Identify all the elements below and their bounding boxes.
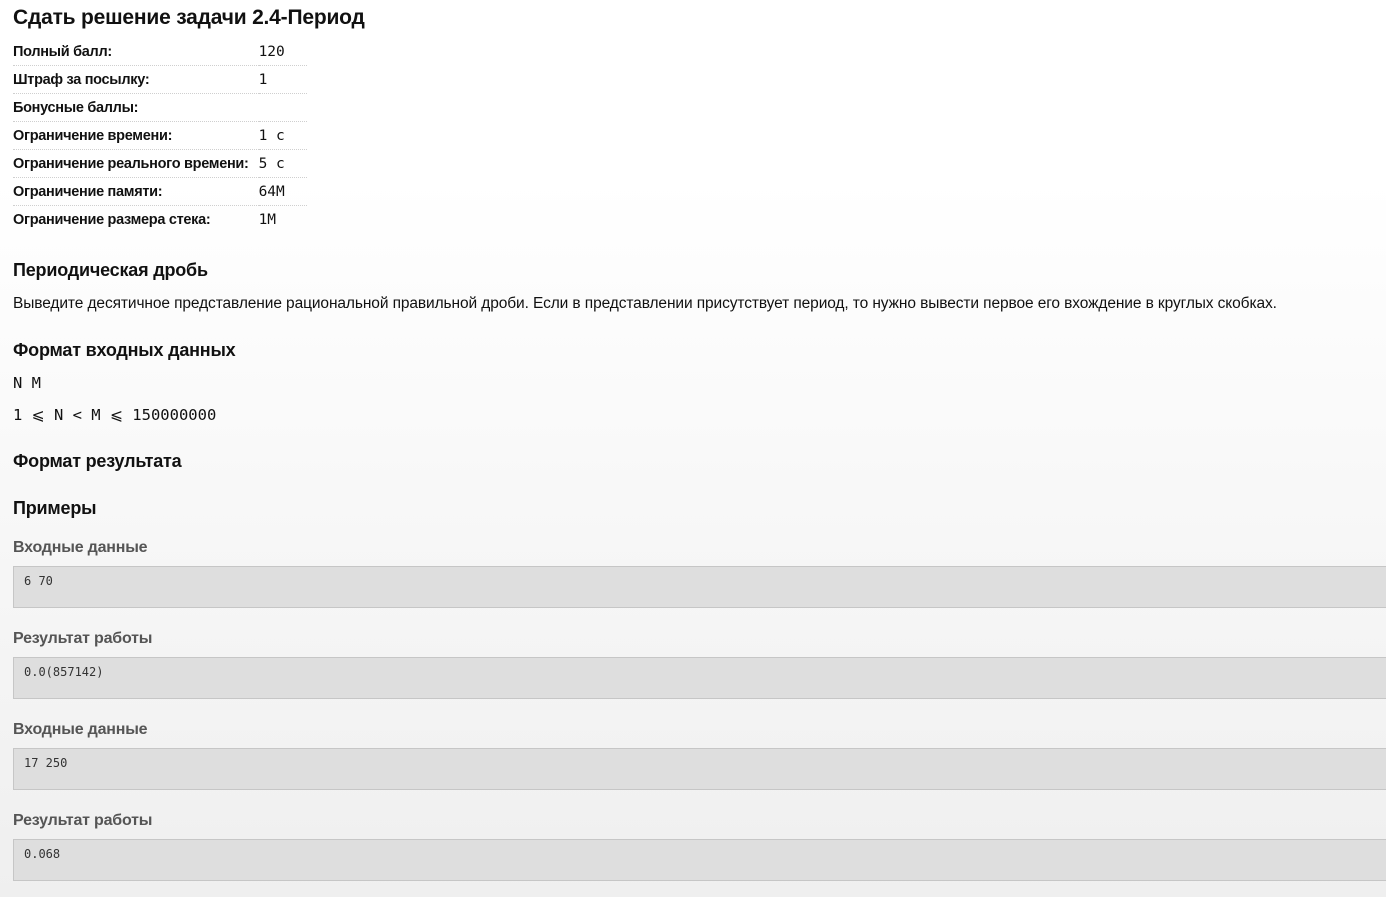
prop-label: Ограничение памяти: — [13, 177, 259, 206]
prop-row-memory-limit: Ограничение памяти: 64M — [13, 177, 307, 206]
example-input-block[interactable]: 17 250 — [13, 748, 1386, 790]
prop-label: Ограничение времени: — [13, 121, 259, 150]
prop-value: 5 с — [258, 149, 307, 178]
input-format-heading: Формат входных данных — [13, 340, 236, 360]
prop-row-penalty: Штраф за посылку: 1 — [13, 65, 307, 94]
input-format-line: N M — [13, 374, 41, 392]
prop-label: Бонусные баллы: — [13, 93, 259, 122]
prop-label: Ограничение размера стека: — [13, 211, 211, 228]
example-output-label: Результат работы — [13, 812, 153, 829]
example-input-block[interactable]: 6 70 — [13, 566, 1386, 608]
prop-row-time-limit: Ограничение времени: 1 с — [13, 121, 307, 150]
prop-value: 1 — [258, 65, 307, 94]
example-output-block[interactable]: 0.068 — [13, 839, 1386, 881]
prop-value: 120 — [258, 38, 307, 66]
prop-value: 1 с — [258, 121, 307, 150]
prop-row-stack-limit: Ограничение размера стека: 1M — [13, 206, 307, 234]
example-output-label: Результат работы — [13, 630, 153, 647]
prop-value: 64M — [258, 177, 307, 206]
problem-statement: Выведите десятичное представление рацион… — [13, 295, 1277, 312]
problem-heading: Периодическая дробь — [13, 260, 208, 280]
output-format-heading: Формат результата — [13, 451, 182, 471]
prop-label: Штраф за посылку: — [13, 65, 259, 94]
prop-label: Полный балл: — [13, 38, 259, 66]
input-format-constraints: 1 ⩽ N < M ⩽ 150000000 — [13, 406, 217, 424]
problem-properties-table: Полный балл: 120 Штраф за посылку: 1 Бон… — [13, 38, 307, 233]
page-title: Сдать решение задачи 2.4-Период — [13, 6, 365, 29]
example-output-block[interactable]: 0.0(857142) — [13, 657, 1386, 699]
prop-row-real-time-limit: Ограничение реального времени: 5 с — [13, 149, 307, 178]
prop-row-full-score: Полный балл: 120 — [13, 38, 307, 66]
example-input-label: Входные данные — [13, 539, 148, 556]
prop-value: 1M — [258, 211, 277, 228]
examples-heading: Примеры — [13, 498, 97, 518]
example-input-label: Входные данные — [13, 721, 148, 738]
prop-label: Ограничение реального времени: — [13, 149, 259, 178]
prop-value — [258, 93, 307, 122]
prop-row-bonus: Бонусные баллы: — [13, 93, 307, 122]
